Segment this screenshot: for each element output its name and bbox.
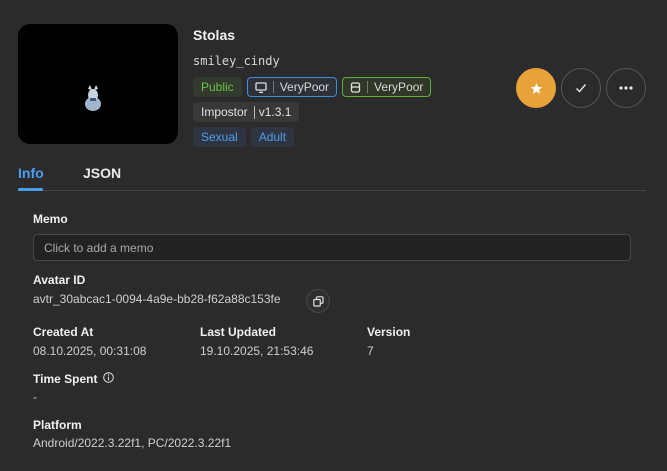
- tab-bar: Info JSON: [18, 164, 646, 191]
- select-avatar-button[interactable]: [561, 68, 601, 108]
- android-performance-label: VeryPoor: [374, 80, 424, 94]
- last-updated-value: 19.10.2025, 21:53:46: [200, 344, 314, 358]
- author-name[interactable]: smiley_cindy: [193, 54, 280, 68]
- created-at-value: 08.10.2025, 00:31:08: [33, 344, 147, 358]
- content-tags: Sexual Adult: [193, 127, 295, 147]
- impostor-divider: [253, 105, 255, 119]
- version-label: Version: [367, 325, 411, 339]
- android-icon: [350, 81, 369, 93]
- memo-input[interactable]: [33, 234, 631, 261]
- pc-performance-label: VeryPoor: [279, 80, 330, 94]
- content-tag: Adult: [250, 127, 295, 147]
- impostor-badge: Impostor v1.3.1: [193, 102, 300, 122]
- pc-performance-badge: VeryPoor: [246, 77, 338, 97]
- tab-info[interactable]: Info: [18, 165, 44, 181]
- avatar-name: Stolas: [193, 27, 236, 43]
- release-status-badge: Public: [193, 77, 242, 97]
- info-icon[interactable]: [103, 372, 114, 383]
- avatar-model-image: [85, 85, 101, 111]
- impostor-version: v1.3.1: [258, 105, 292, 119]
- memo-label: Memo: [33, 212, 68, 226]
- avatar-id-value: avtr_30abcac1-0094-4a9e-bb28-f62a88c153f…: [33, 292, 281, 306]
- tab-json[interactable]: JSON: [83, 165, 121, 181]
- content-tag: Sexual: [193, 127, 246, 147]
- status-tags: Public VeryPoor VeryPoor: [193, 77, 432, 97]
- more-options-button[interactable]: [606, 68, 646, 108]
- copy-id-button[interactable]: [306, 289, 330, 313]
- more-dots-icon: [619, 86, 633, 90]
- time-spent-label: Time Spent: [33, 372, 98, 386]
- check-icon: [576, 84, 587, 93]
- last-updated-label: Last Updated: [200, 325, 277, 339]
- star-icon: [530, 82, 542, 94]
- monitor-icon: [255, 81, 274, 93]
- impostor-label: Impostor: [201, 105, 248, 119]
- android-performance-badge: VeryPoor: [342, 77, 432, 97]
- active-tab-indicator: [18, 188, 43, 191]
- favorite-button[interactable]: [516, 68, 556, 108]
- platform-label: Platform: [33, 418, 82, 432]
- platform-value: Android/2022.3.22f1, PC/2022.3.22f1: [33, 436, 232, 450]
- time-spent-value: -: [33, 390, 37, 404]
- created-at-label: Created At: [33, 325, 94, 339]
- copy-icon: [312, 295, 324, 307]
- avatar-thumbnail[interactable]: [18, 24, 178, 144]
- impostor-tags: Impostor v1.3.1: [193, 102, 300, 122]
- version-value: 7: [367, 344, 374, 358]
- avatar-id-label: Avatar ID: [33, 273, 86, 287]
